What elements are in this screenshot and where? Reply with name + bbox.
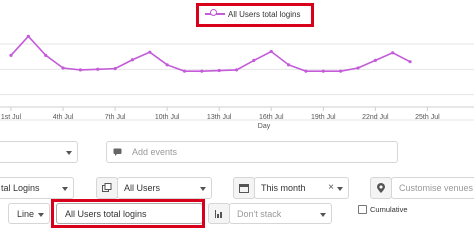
venues-button[interactable] (370, 177, 392, 199)
events-selector[interactable] (0, 141, 78, 163)
data-point (44, 53, 48, 57)
data-point (339, 69, 343, 73)
data-point (9, 53, 13, 57)
stack-value: Don't stack (237, 208, 282, 219)
metric-select[interactable]: tal Logins (0, 177, 74, 199)
x-tick-label: 25th Jul (415, 114, 440, 121)
series-name-highlight-box (51, 199, 205, 228)
data-point (78, 68, 82, 72)
data-point (113, 67, 117, 71)
metric-select-value: tal Logins (1, 183, 40, 193)
add-events-placeholder: Add events (132, 147, 178, 157)
x-tick-label: 22nd Jul (362, 114, 389, 121)
cumulative-label: Cumulative (370, 205, 408, 214)
x-tick-label: 7th Jul (105, 114, 126, 121)
line-chart: 1st Jul 4th Jul 7th Jul 10th Jul 13th Jul 16t… (0, 34, 474, 130)
data-point (252, 58, 256, 63)
data-point (200, 69, 204, 73)
data-point (234, 68, 239, 72)
comment-icon (107, 148, 127, 156)
x-tick-label: 4th Jul (53, 114, 74, 121)
cumulative-toggle[interactable]: Cumulative (358, 205, 408, 214)
cumulative-checkbox[interactable] (358, 205, 367, 214)
data-point (217, 68, 221, 73)
data-point (165, 63, 169, 67)
data-point (182, 69, 187, 73)
x-tick-label: 13th Jul (207, 114, 232, 121)
data-point (61, 66, 65, 70)
x-tick-label: 1st Jul (1, 114, 22, 121)
clear-date-button[interactable]: × (328, 182, 334, 193)
chevron-down-icon (62, 187, 68, 191)
add-events-input[interactable]: Add events (106, 141, 398, 163)
chart-type-value: Line (17, 208, 35, 219)
chevron-down-icon (66, 151, 72, 155)
users-select[interactable]: All Users (117, 177, 212, 199)
users-filter-button[interactable] (96, 177, 118, 199)
date-range-button[interactable] (233, 177, 255, 199)
chevron-down-icon (38, 212, 44, 217)
data-point (321, 69, 325, 73)
stack-select[interactable]: Don't stack (229, 203, 332, 224)
chevron-down-icon (320, 212, 326, 217)
chevron-down-icon (200, 187, 206, 191)
chevron-down-icon (337, 187, 343, 191)
customise-venues-input[interactable]: Customise venues (391, 177, 474, 199)
data-point (408, 60, 412, 64)
date-range-select[interactable]: This month × (254, 177, 349, 199)
bar-chart-icon (215, 209, 222, 218)
series-line (10, 35, 411, 72)
data-point (304, 69, 308, 73)
data-point (356, 66, 360, 70)
chart-type-select[interactable]: Line (8, 203, 50, 224)
map-pin-icon (377, 183, 385, 193)
x-axis-title: Day (258, 123, 271, 130)
stack-button[interactable] (208, 203, 230, 224)
users-select-value: All Users (124, 183, 161, 193)
copy-icon (102, 183, 112, 192)
data-point (287, 63, 291, 67)
x-tick-label: 10th Jul (155, 114, 180, 121)
data-point (148, 50, 152, 54)
data-point (96, 67, 100, 71)
data-point (26, 34, 30, 38)
data-point (269, 49, 273, 54)
data-point (130, 58, 135, 62)
data-point (391, 51, 395, 55)
calendar-icon (239, 184, 249, 193)
x-tick-label: 16th Jul (259, 114, 284, 121)
data-point (373, 58, 377, 63)
date-range-value: This month (261, 183, 306, 193)
venues-placeholder: Customise venues (399, 183, 474, 193)
x-tick-label: 19th Jul (311, 114, 336, 121)
